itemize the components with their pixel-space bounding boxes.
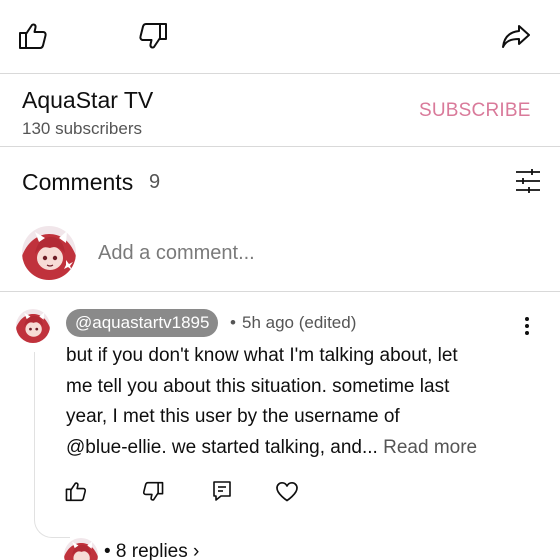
reply-icon [213,481,231,501]
thumbs-up-icon [19,23,47,49]
comment-author-avatar[interactable] [16,309,50,343]
heart-icon [276,481,298,501]
add-comment-input[interactable]: Add a comment... [98,242,255,265]
comment-dislike-button[interactable] [140,479,166,503]
comment-line: year, I met this user by the username of [66,406,400,427]
comment-line-last: @blue-ellie. we started talking, and... … [66,433,526,464]
divider [0,291,560,292]
comment-line: but if you don't know what I'm talking a… [66,345,458,366]
dislike-button[interactable] [136,20,170,52]
channel-name[interactable]: AquaStar TV [22,87,153,114]
avatar-image [22,226,76,280]
more-vert-icon [525,317,529,335]
avatar-image [16,309,50,343]
reply-author-avatar [64,538,98,560]
comment-author-chip[interactable]: @aquastartv1895 [66,309,219,337]
comments-title: Comments [22,169,134,195]
comment-line-text: @blue-ellie. we started talking, and... [66,436,378,458]
comments-count: 9 [149,171,161,193]
comment-line: me tell you about this situation. someti… [66,375,450,397]
video-action-row [0,0,560,72]
share-icon [502,25,530,48]
thumbs-up-icon [65,481,87,501]
subscriber-count: 130 subscribers [22,119,143,138]
filter-sliders-icon [516,169,540,193]
reply-thread-line [34,352,70,538]
view-replies-link[interactable]: • 8 replies › [104,541,199,560]
thumbs-down-icon [142,481,164,501]
comment-like-button[interactable] [63,479,89,503]
subscribe-button[interactable]: SUBSCRIBE [419,100,531,122]
comment-heart-button[interactable] [274,479,300,503]
read-more-link[interactable]: Read more [383,437,477,458]
divider [0,146,560,147]
comment-reply-button[interactable] [209,478,235,504]
share-button[interactable] [499,21,533,51]
comment-menu-button[interactable] [516,312,538,340]
thumbs-down-icon [139,23,167,49]
comment-text: but if you don't know what I'm talking a… [66,341,526,463]
avatar-image [64,538,98,560]
comment-timestamp: 5h ago (edited) [242,313,357,332]
user-avatar[interactable] [22,226,76,280]
sort-comments-button[interactable] [512,166,544,196]
divider [0,73,560,74]
like-button[interactable] [16,20,50,52]
separator-dot: • [230,313,236,332]
